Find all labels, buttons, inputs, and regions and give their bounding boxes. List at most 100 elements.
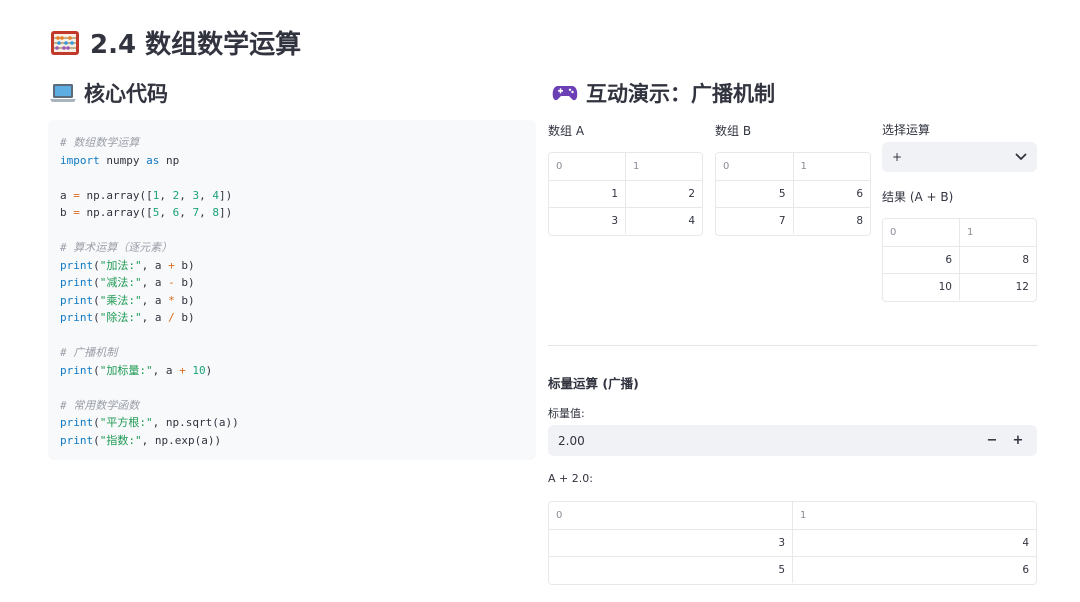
table-row: 3 4 [549,207,702,234]
code-token: np.array([ [79,188,153,202]
code-block: # 数组数学运算 import numpy as np a = np.array([… [48,120,536,460]
code-token: , a [141,293,169,307]
code-token: print [60,258,94,272]
code-token: ( [93,276,100,289]
table-cell[interactable]: 8 [793,207,870,234]
code-token: , a [141,311,169,324]
code-line: print("乘法:", a * b) [60,292,524,310]
scalar-value[interactable]: 2.00 [558,434,585,448]
code-token: 8 [212,206,219,219]
page-title-text: 2.4 数组数学运算 [90,30,302,60]
code-token: , [179,206,193,219]
operation-select-value: + [892,150,903,164]
code-token: "平方根:" [99,416,153,429]
result-table[interactable]: 0 1 6 8 10 12 [882,218,1037,302]
gamepad-icon [552,86,578,101]
result-label: 结果 (A + B) [882,190,954,204]
table-cell[interactable]: 2 [625,180,702,208]
table-cell[interactable]: 3 [549,207,626,234]
table-header-row: 0 1 [549,502,1036,530]
code-token: "加标量:" [99,363,153,377]
scalar-number-input[interactable]: 2.00 − + [548,425,1037,456]
table-cell[interactable]: 5 [549,556,793,583]
table-row: 10 12 [883,273,1036,300]
table-cell[interactable]: 5 [716,180,794,208]
table-row: 1 2 [549,180,702,208]
code-token: "加法:" [99,258,142,272]
table-row: 7 8 [716,207,870,234]
column-header[interactable]: 1 [793,153,870,181]
column-header[interactable]: 1 [959,219,1036,247]
chevron-down-icon[interactable] [1015,153,1027,161]
table-cell[interactable]: 12 [960,273,1037,300]
code-line: # 算术运算（逐元素） [60,239,524,257]
table-cell[interactable]: 10 [883,273,960,300]
table-cell[interactable]: 1 [549,180,626,208]
code-token: print [60,416,94,429]
code-line: print("加标量:", a + 10) [60,362,524,380]
column-header[interactable]: 1 [625,153,702,181]
scalar-input-label: 标量值: [548,407,585,420]
table-cell[interactable]: 6 [883,246,960,274]
array-a-table[interactable]: 0 1 1 2 3 4 [548,152,703,236]
table-row: 3 4 [549,529,1036,557]
code-token: ( [93,363,100,377]
code-token: , np.sqrt(a)) [152,416,239,429]
code-token: + [168,258,175,272]
divider [548,345,1038,346]
increment-button[interactable]: + [1007,430,1029,452]
code-token: ( [93,311,100,324]
column-header[interactable]: 0 [549,153,626,181]
table-row: 5 6 [549,556,1036,583]
code-token: "乘法:" [99,293,142,307]
code-token: ]) [218,188,233,202]
code-token: "除法:" [99,311,142,324]
table-cell[interactable]: 3 [549,529,793,557]
code-token: , np.exp(a)) [141,433,222,447]
table-cell[interactable]: 8 [959,246,1036,274]
column-header[interactable]: 0 [549,502,793,530]
table-row: 6 8 [883,246,1036,274]
scalar-result-table[interactable]: 0 1 3 4 5 6 [548,501,1037,585]
code-line: # 广播机制 [60,344,524,362]
code-token: ) [205,363,213,377]
code-token: print [60,276,94,289]
code-token: b) [174,293,195,307]
code-token: , [199,188,213,202]
code-token: a [60,188,74,202]
code-token: 4 [212,188,219,202]
table-cell[interactable]: 4 [792,529,1036,557]
code-token: + [179,363,186,377]
code-token: np.array([ [79,206,153,219]
code-token: ]) [218,206,233,219]
table-header-row: 0 1 [883,219,1036,247]
code-token: np [159,153,180,167]
code-token: = [73,206,80,219]
table-cell[interactable]: 6 [793,556,1037,583]
operation-select[interactable]: + [882,142,1037,172]
array-b-table[interactable]: 0 1 5 6 7 8 [715,152,871,236]
code-line: print("减法:", a - b) [60,274,524,292]
code-token: - [168,276,175,289]
code-token: # 算术运算（逐元素） [60,241,173,254]
table-cell[interactable]: 4 [626,207,703,234]
column-header[interactable]: 1 [792,502,1036,530]
table-cell[interactable]: 7 [716,207,794,234]
column-header[interactable]: 0 [716,153,794,181]
code-token: , [159,206,173,219]
code-token: print [60,433,94,447]
code-token: / [168,311,175,324]
code-token: b) [174,258,195,272]
code-token: ( [93,416,100,429]
code-line: print("加法:", a + b) [60,257,524,275]
code-token: b [60,206,74,219]
code-token: print [60,311,94,324]
code-token: = [73,188,80,202]
code-token: , a [141,258,169,272]
decrement-button[interactable]: − [981,430,1003,452]
column-header[interactable]: 0 [883,219,960,247]
table-cell[interactable]: 6 [793,180,870,208]
